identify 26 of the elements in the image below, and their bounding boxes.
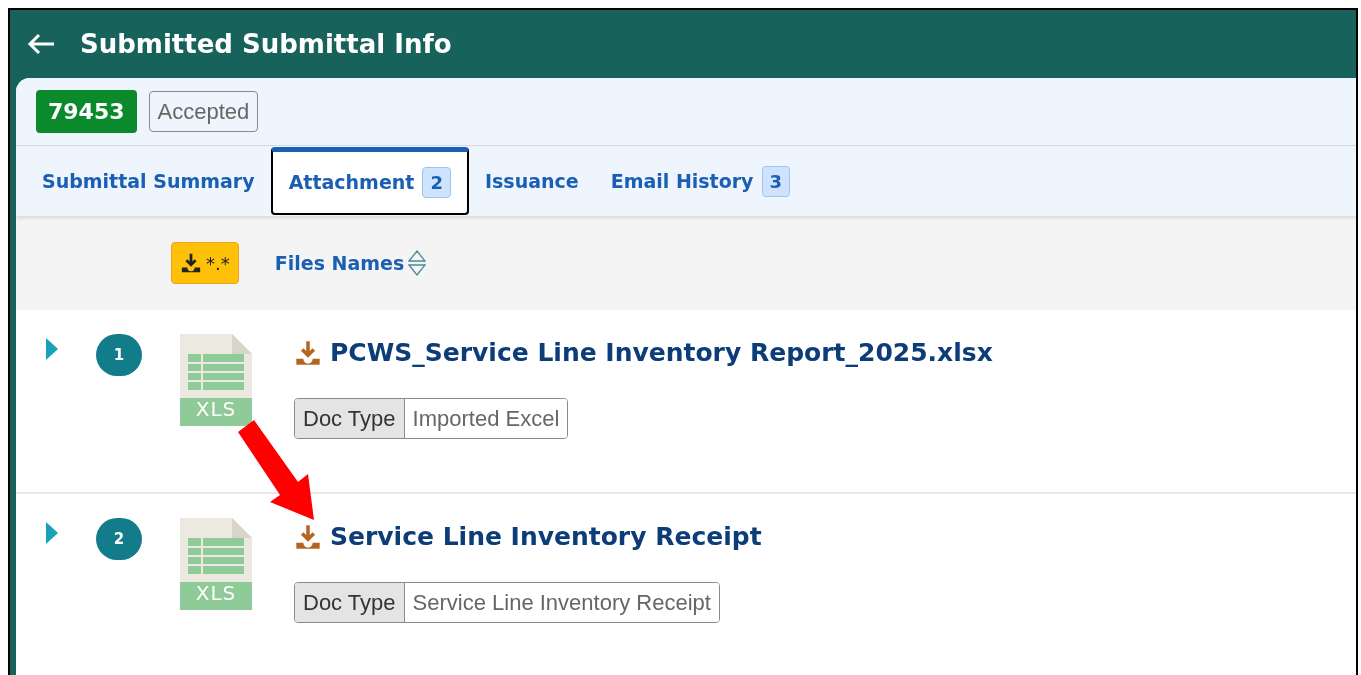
row-number: 1 <box>96 334 142 376</box>
tab[interactable]: Attachment 2 <box>270 147 469 215</box>
sort-icon <box>408 249 427 277</box>
file-name-link[interactable]: PCWS_Service Line Inventory Report_2025.xlsx <box>330 334 993 372</box>
count-badge: 2 <box>422 167 451 198</box>
spreadsheet-file-icon: XLS <box>180 334 252 426</box>
doc-type-label: Doc Type <box>295 398 405 438</box>
download-all-button[interactable]: *.* <box>171 242 239 284</box>
back-arrow-icon[interactable] <box>26 32 56 56</box>
tab[interactable]: Submittal Summary <box>26 146 271 216</box>
status-badge: Accepted <box>148 91 259 132</box>
doc-type-label: Doc Type <box>295 582 405 622</box>
caret-right-icon[interactable] <box>44 338 58 360</box>
tab[interactable]: Email History 3 <box>594 146 807 216</box>
file-name-link[interactable]: Service Line Inventory Receipt <box>330 518 762 556</box>
download-icon <box>294 522 322 551</box>
page-title: Submitted Submittal Info <box>80 27 452 61</box>
row-number: 2 <box>96 518 142 560</box>
spreadsheet-file-icon: XLS <box>180 518 252 610</box>
download-icon <box>180 252 202 274</box>
caret-right-icon[interactable] <box>44 522 58 544</box>
count-badge: 3 <box>761 165 791 197</box>
tab[interactable]: Issuance <box>468 146 595 216</box>
id-badge: 79453 <box>36 90 137 133</box>
download-icon <box>294 338 322 367</box>
column-header[interactable]: Files Names <box>274 248 427 278</box>
